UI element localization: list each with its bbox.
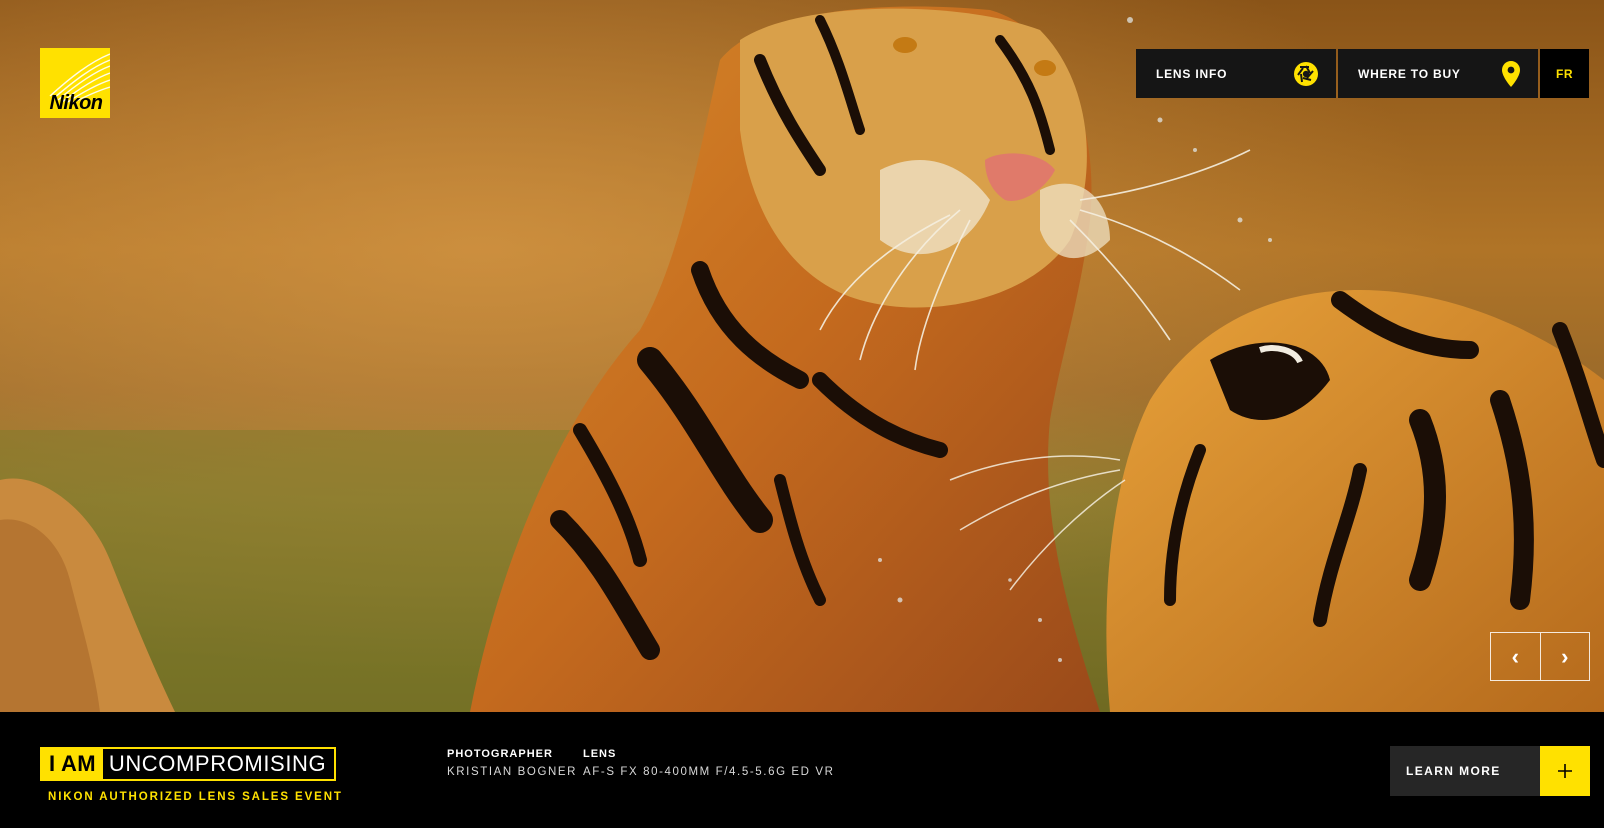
- language-label: FR: [1556, 66, 1573, 81]
- photographer-credit: PHOTOGRAPHER KRISTIAN BOGNER: [447, 748, 577, 778]
- event-subtitle: NIKON AUTHORIZED LENS SALES EVENT: [48, 791, 343, 803]
- footer-bar: I AM UNCOMPROMISING NIKON AUTHORIZED LEN…: [0, 712, 1604, 828]
- where-to-buy-button[interactable]: WHERE TO BUY: [1338, 49, 1538, 98]
- hero-banner: Nikon LENS INFO WHERE TO BUY FR ‹ ›: [0, 0, 1604, 712]
- top-nav: LENS INFO WHERE TO BUY FR: [1136, 49, 1589, 98]
- lens-name: AF-S FX 80-400MM F/4.5-5.6G ED VR: [583, 766, 835, 778]
- tagline-highlight: I AM: [42, 749, 103, 779]
- language-toggle[interactable]: FR: [1540, 49, 1589, 98]
- prev-arrow-button[interactable]: ‹: [1491, 633, 1541, 680]
- lens-info-button[interactable]: LENS INFO: [1136, 49, 1336, 98]
- learn-more-button[interactable]: LEARN MORE: [1390, 746, 1590, 796]
- campaign-tagline: I AM UNCOMPROMISING: [40, 747, 337, 781]
- aperture-icon: [1294, 61, 1318, 86]
- hero-photo: [0, 0, 1604, 712]
- photographer-heading: PHOTOGRAPHER: [447, 748, 553, 760]
- plus-icon: [1540, 746, 1590, 796]
- tagline-word: UNCOMPROMISING: [108, 751, 327, 776]
- logo-wordmark: Nikon: [49, 92, 103, 114]
- next-arrow-button[interactable]: ›: [1541, 633, 1590, 680]
- map-pin-icon: [1502, 60, 1520, 87]
- lens-info-label: LENS INFO: [1156, 66, 1228, 81]
- nikon-logo[interactable]: Nikon: [40, 48, 110, 118]
- photographer-name: KRISTIAN BOGNER: [447, 766, 578, 778]
- learn-more-label: LEARN MORE: [1390, 746, 1540, 796]
- lens-credit: LENS AF-S FX 80-400MM F/4.5-5.6G ED VR: [583, 748, 835, 778]
- slider-controls: ‹ ›: [1490, 632, 1590, 681]
- lens-heading: LENS: [583, 748, 617, 760]
- where-to-buy-label: WHERE TO BUY: [1358, 66, 1461, 81]
